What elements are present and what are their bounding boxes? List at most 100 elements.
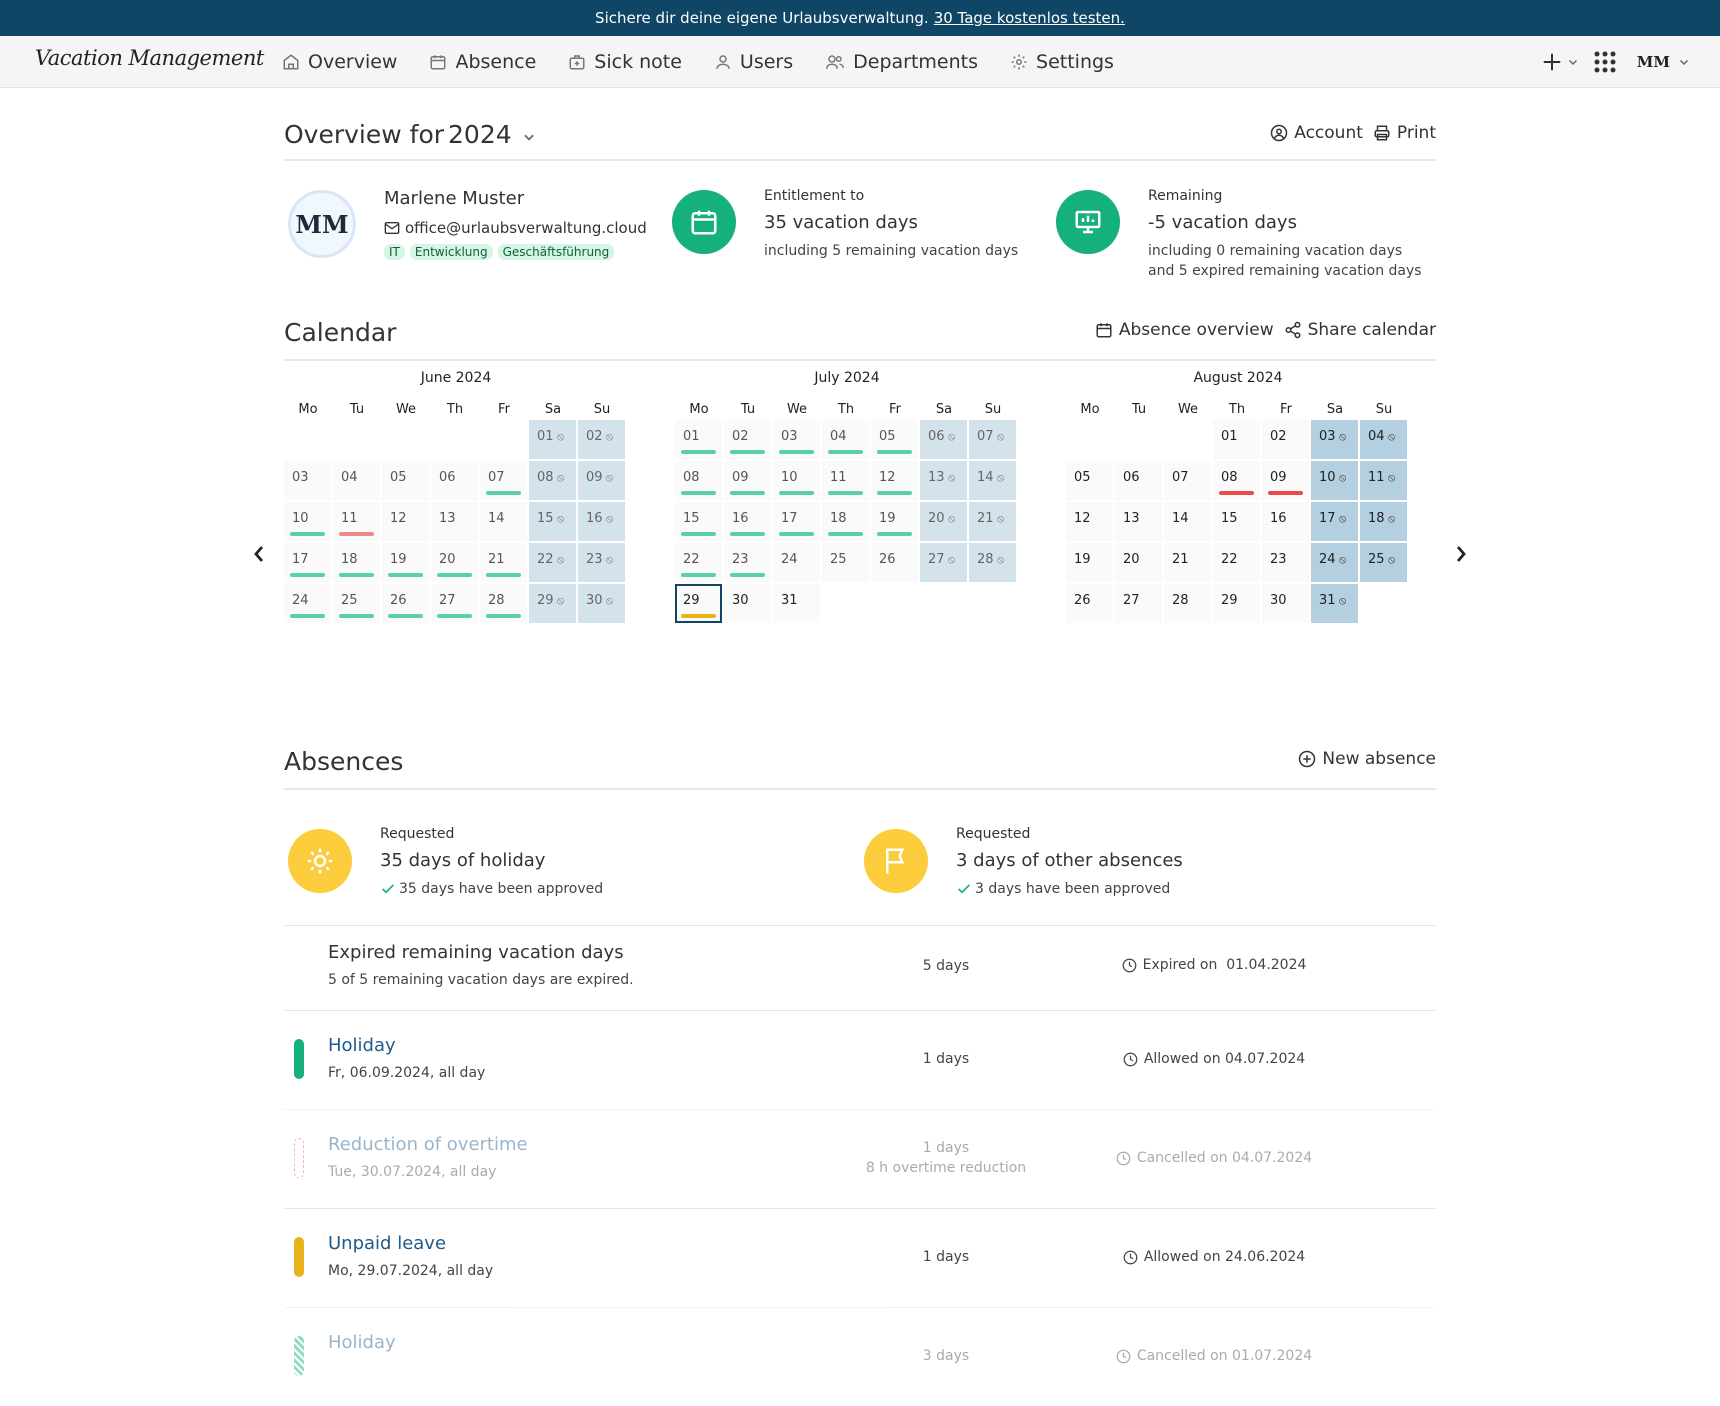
banner-trial-link[interactable]: 30 Tage kostenlos testen.: [934, 9, 1125, 27]
calendar-day[interactable]: 10: [1311, 461, 1358, 500]
calendar-day[interactable]: 28: [480, 584, 527, 623]
nav-overview[interactable]: Overview: [282, 51, 397, 73]
calendar-day[interactable]: 22: [529, 543, 576, 582]
calendar-day[interactable]: 19: [382, 543, 429, 582]
calendar-day[interactable]: 31: [1311, 584, 1358, 623]
calendar-day[interactable]: 17: [1311, 502, 1358, 541]
calendar-day[interactable]: 30: [724, 584, 771, 623]
calendar-day[interactable]: 21: [1164, 543, 1211, 582]
calendar-day[interactable]: 13: [1115, 502, 1162, 541]
calendar-day[interactable]: 29: [675, 584, 722, 623]
calendar-day[interactable]: 15: [1213, 502, 1260, 541]
calendar-day[interactable]: 29: [529, 584, 576, 623]
absence-row[interactable]: Reduction of overtime Tue, 30.07.2024, al…: [284, 1109, 1436, 1208]
calendar-day[interactable]: 22: [1213, 543, 1260, 582]
calendar-day[interactable]: 05: [871, 420, 918, 459]
print-button[interactable]: Print: [1373, 123, 1436, 143]
calendar-day[interactable]: 25: [333, 584, 380, 623]
absence-title[interactable]: Holiday: [328, 1332, 396, 1353]
nav-settings[interactable]: Settings: [1010, 51, 1114, 73]
calendar-day[interactable]: 19: [871, 502, 918, 541]
calendar-day[interactable]: 08: [1213, 461, 1260, 500]
calendar-day[interactable]: 13: [431, 502, 478, 541]
absence-row[interactable]: Holiday Fr, 06.09.2024, all day 1 days Allo…: [284, 1010, 1436, 1109]
calendar-day[interactable]: 12: [871, 461, 918, 500]
calendar-day[interactable]: 26: [871, 543, 918, 582]
person-email[interactable]: office@urlaubsverwaltung.cloud: [384, 219, 647, 237]
new-absence-button[interactable]: New absence: [1298, 749, 1436, 769]
calendar-day[interactable]: 15: [529, 502, 576, 541]
calendar-day[interactable]: 14: [1164, 502, 1211, 541]
calendar-day[interactable]: 25: [1360, 543, 1407, 582]
calendar-day[interactable]: 30: [578, 584, 625, 623]
calendar-day[interactable]: 26: [382, 584, 429, 623]
chevron-right-icon[interactable]: [1454, 545, 1468, 563]
app-logo[interactable]: Vacation Management: [35, 46, 264, 70]
add-menu-button[interactable]: [1541, 51, 1579, 73]
calendar-day[interactable]: 16: [578, 502, 625, 541]
calendar-day[interactable]: 05: [382, 461, 429, 500]
absence-row[interactable]: Holiday 3 days Cancelled on 01.07.2024: [284, 1307, 1436, 1406]
calendar-day[interactable]: 21: [480, 543, 527, 582]
calendar-day[interactable]: 10: [284, 502, 331, 541]
calendar-day[interactable]: 28: [969, 543, 1016, 582]
calendar-day[interactable]: 16: [724, 502, 771, 541]
calendar-day[interactable]: 24: [1311, 543, 1358, 582]
calendar-day[interactable]: 11: [333, 502, 380, 541]
calendar-day[interactable]: 06: [920, 420, 967, 459]
calendar-day[interactable]: 19: [1066, 543, 1113, 582]
share-calendar-button[interactable]: Share calendar: [1284, 320, 1436, 340]
calendar-day[interactable]: 18: [822, 502, 869, 541]
calendar-day[interactable]: 14: [969, 461, 1016, 500]
calendar-day[interactable]: 02: [724, 420, 771, 459]
calendar-day[interactable]: 16: [1262, 502, 1309, 541]
calendar-day[interactable]: 22: [675, 543, 722, 582]
calendar-day[interactable]: 20: [920, 502, 967, 541]
absence-row[interactable]: Unpaid leave Mo, 29.07.2024, all day 1 day…: [284, 1208, 1436, 1307]
calendar-day[interactable]: 06: [431, 461, 478, 500]
calendar-day[interactable]: 24: [284, 584, 331, 623]
calendar-day[interactable]: 31: [773, 584, 820, 623]
calendar-day[interactable]: 04: [822, 420, 869, 459]
nav-sick-note[interactable]: Sick note: [568, 51, 682, 73]
user-menu-button[interactable]: MM: [1637, 53, 1690, 71]
calendar-day[interactable]: 07: [480, 461, 527, 500]
calendar-day[interactable]: 08: [675, 461, 722, 500]
nav-absence[interactable]: Absence: [429, 51, 536, 73]
account-button[interactable]: Account: [1270, 123, 1363, 143]
calendar-day[interactable]: 26: [1066, 584, 1113, 623]
calendar-day[interactable]: 01: [529, 420, 576, 459]
calendar-day[interactable]: 21: [969, 502, 1016, 541]
calendar-day[interactable]: 23: [724, 543, 771, 582]
calendar-day[interactable]: 01: [1213, 420, 1260, 459]
absence-title[interactable]: Holiday: [328, 1035, 396, 1056]
calendar-day[interactable]: 15: [675, 502, 722, 541]
calendar-day[interactable]: 03: [773, 420, 820, 459]
calendar-day[interactable]: 11: [822, 461, 869, 500]
calendar-day[interactable]: 07: [969, 420, 1016, 459]
calendar-day[interactable]: 23: [578, 543, 625, 582]
calendar-day[interactable]: 20: [431, 543, 478, 582]
calendar-day[interactable]: 04: [333, 461, 380, 500]
calendar-day[interactable]: 02: [1262, 420, 1309, 459]
calendar-day[interactable]: 30: [1262, 584, 1309, 623]
calendar-day[interactable]: 07: [1164, 461, 1211, 500]
calendar-day[interactable]: 03: [284, 461, 331, 500]
calendar-day[interactable]: 27: [431, 584, 478, 623]
chevron-down-icon[interactable]: [522, 130, 536, 144]
nav-departments[interactable]: Departments: [825, 51, 978, 73]
calendar-day[interactable]: 12: [382, 502, 429, 541]
calendar-day[interactable]: 08: [529, 461, 576, 500]
chevron-left-icon[interactable]: [252, 545, 266, 563]
calendar-day[interactable]: 18: [333, 543, 380, 582]
calendar-day[interactable]: 01: [675, 420, 722, 459]
calendar-day[interactable]: 03: [1311, 420, 1358, 459]
calendar-day[interactable]: 27: [920, 543, 967, 582]
calendar-day[interactable]: 23: [1262, 543, 1309, 582]
apps-grid-icon[interactable]: [1593, 50, 1617, 74]
calendar-day[interactable]: 13: [920, 461, 967, 500]
calendar-day[interactable]: 09: [578, 461, 625, 500]
calendar-day[interactable]: 17: [773, 502, 820, 541]
calendar-day[interactable]: 14: [480, 502, 527, 541]
absence-title[interactable]: Unpaid leave: [328, 1233, 446, 1254]
